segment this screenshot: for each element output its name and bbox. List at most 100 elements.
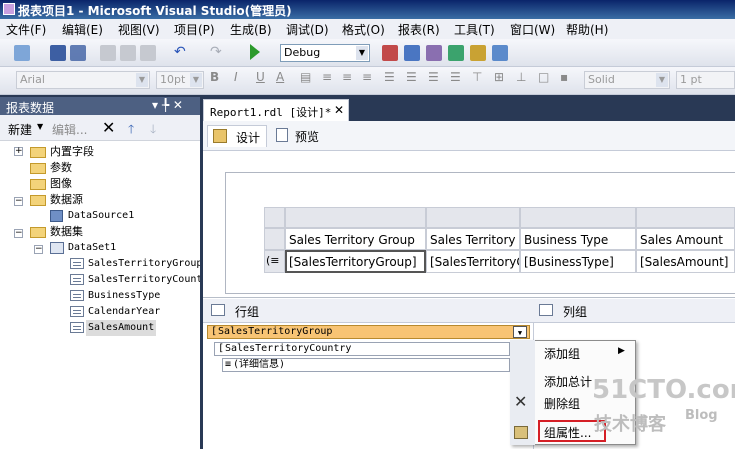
tree-node-datasource1[interactable]: DataSource1: [68, 208, 134, 224]
row-handle[interactable]: (≡: [264, 250, 285, 273]
cut-icon[interactable]: [100, 45, 116, 61]
menu-tools[interactable]: 工具(T): [454, 21, 495, 38]
align-right-icon[interactable]: ≡: [362, 70, 372, 84]
menu-report[interactable]: 报表(R): [398, 21, 440, 38]
tree-field[interactable]: SalesTerritoryGroup: [88, 256, 200, 272]
close-tab-icon[interactable]: ✕: [334, 103, 344, 117]
menu-edit[interactable]: 编辑(E): [62, 21, 103, 38]
solution-explorer-icon[interactable]: [404, 45, 420, 61]
new-button[interactable]: 新建: [8, 121, 32, 138]
column-handle[interactable]: [426, 207, 520, 228]
font-size-combo[interactable]: 10pt ▼: [156, 71, 204, 89]
numbered-list-icon[interactable]: ☰: [406, 70, 417, 84]
tab-preview[interactable]: 预览: [273, 125, 333, 147]
font-name-combo[interactable]: Arial ▼: [16, 71, 150, 89]
font-color-button[interactable]: A: [276, 70, 284, 84]
header-cell[interactable]: Sales Amount: [636, 228, 735, 250]
italic-button[interactable]: I: [234, 70, 238, 84]
menu-delete-group[interactable]: 删除组: [544, 395, 580, 412]
document-tab[interactable]: Report1.rdl [设计]* ✕: [203, 99, 349, 121]
indent-increase-icon[interactable]: ☰: [450, 70, 461, 84]
edit-button[interactable]: 编辑...: [52, 121, 87, 138]
tree-node-params[interactable]: 参数: [50, 160, 72, 176]
border-color-icon[interactable]: ▪: [560, 70, 568, 84]
toolbox-icon[interactable]: [448, 45, 464, 61]
chevron-down-icon: ▼: [136, 73, 148, 87]
row-group-details[interactable]: ≡ (详细信息): [222, 358, 510, 372]
border-icon[interactable]: □: [538, 70, 549, 84]
chevron-down-icon[interactable]: ▼: [37, 122, 43, 131]
move-down-icon[interactable]: 🡓: [150, 120, 156, 141]
dataset-icon: [50, 242, 64, 254]
undo-icon[interactable]: ↶: [174, 45, 190, 61]
menu-file[interactable]: 文件(F): [6, 21, 46, 38]
tab-design[interactable]: 设计: [207, 125, 267, 147]
data-cell-selected[interactable]: [SalesTerritoryGroup]: [285, 250, 426, 273]
pin-close-icon[interactable]: ▾ ╄ ✕: [152, 98, 183, 112]
tree-node-builtin[interactable]: 内置字段: [50, 144, 94, 160]
background-color-icon[interactable]: ▤: [300, 70, 311, 84]
tree-node-dataset1[interactable]: DataSet1: [68, 240, 116, 256]
properties-icon[interactable]: [426, 45, 442, 61]
align-left-icon[interactable]: ≡: [322, 70, 332, 84]
menu-window[interactable]: 窗口(W): [510, 21, 555, 38]
menu-format[interactable]: 格式(O): [342, 21, 385, 38]
tree-field[interactable]: CalendarYear: [88, 304, 160, 320]
align-middle-icon[interactable]: ⊞: [494, 70, 504, 84]
align-bottom-icon[interactable]: ⊥: [516, 70, 526, 84]
row-handle[interactable]: [264, 228, 285, 250]
header-cell[interactable]: Business Type: [520, 228, 636, 250]
row-group-selected[interactable]: [ SalesTerritoryGroup ▼: [207, 325, 530, 339]
align-center-icon[interactable]: ≡: [342, 70, 352, 84]
copy-icon[interactable]: [120, 45, 136, 61]
bullet-list-icon[interactable]: ☰: [384, 70, 395, 84]
solution-config-combo[interactable]: Debug ▼: [280, 44, 370, 62]
menu-add-total[interactable]: 添加总计: [544, 373, 592, 390]
tree-field[interactable]: BusinessType: [88, 288, 160, 304]
paste-icon[interactable]: [140, 45, 156, 61]
menu-build[interactable]: 生成(B): [230, 21, 272, 38]
tree-node-datasources[interactable]: 数据源: [50, 192, 83, 208]
border-style-combo[interactable]: Solid ▼: [584, 71, 670, 89]
find-icon[interactable]: [382, 45, 398, 61]
menu-group-properties[interactable]: 组属性...: [544, 424, 591, 441]
menu-debug[interactable]: 调试(D): [286, 21, 329, 38]
object-browser-icon[interactable]: [470, 45, 486, 61]
tree-field[interactable]: SalesTerritoryCountry: [88, 272, 200, 288]
collapse-icon[interactable]: −: [14, 229, 23, 238]
indent-decrease-icon[interactable]: ☰: [428, 70, 439, 84]
menu-project[interactable]: 项目(P): [174, 21, 215, 38]
collapse-icon[interactable]: −: [14, 197, 23, 206]
start-debug-icon[interactable]: [250, 44, 260, 60]
new-project-icon[interactable]: [14, 45, 30, 61]
align-top-icon[interactable]: ⊤: [472, 70, 482, 84]
row-group[interactable]: [ SalesTerritoryCountry: [214, 342, 510, 356]
redo-icon[interactable]: ↷: [210, 45, 226, 61]
chevron-down-icon[interactable]: ▼: [513, 326, 527, 338]
delete-icon[interactable]: ✕: [102, 118, 115, 137]
save-icon[interactable]: [50, 45, 66, 61]
column-handle[interactable]: [520, 207, 636, 228]
menu-add-group[interactable]: 添加组: [544, 345, 580, 362]
tree-field-selected[interactable]: SalesAmount: [86, 320, 157, 336]
column-handle[interactable]: [285, 207, 426, 228]
move-up-icon[interactable]: 🡑: [128, 120, 134, 141]
collapse-icon[interactable]: −: [34, 245, 43, 254]
data-cell[interactable]: [SalesAmount]: [636, 250, 735, 273]
command-window-icon[interactable]: [492, 45, 508, 61]
data-cell[interactable]: [SalesTerritoryC: [426, 250, 520, 273]
underline-button[interactable]: U: [256, 70, 265, 84]
data-cell[interactable]: [BusinessType]: [520, 250, 636, 273]
bold-button[interactable]: B: [210, 70, 219, 84]
expand-icon[interactable]: +: [14, 147, 23, 156]
tablix-corner-handle[interactable]: [264, 207, 285, 228]
tree-node-images[interactable]: 图像: [50, 176, 72, 192]
save-all-icon[interactable]: [70, 45, 86, 61]
header-cell[interactable]: Sales Territory: [426, 228, 520, 250]
menu-view[interactable]: 视图(V): [118, 21, 160, 38]
menu-help[interactable]: 帮助(H): [566, 21, 608, 38]
header-cell[interactable]: Sales Territory Group: [285, 228, 426, 250]
column-handle[interactable]: [636, 207, 735, 228]
border-width-combo[interactable]: 1 pt: [676, 71, 735, 89]
tree-node-datasets[interactable]: 数据集: [50, 224, 83, 240]
